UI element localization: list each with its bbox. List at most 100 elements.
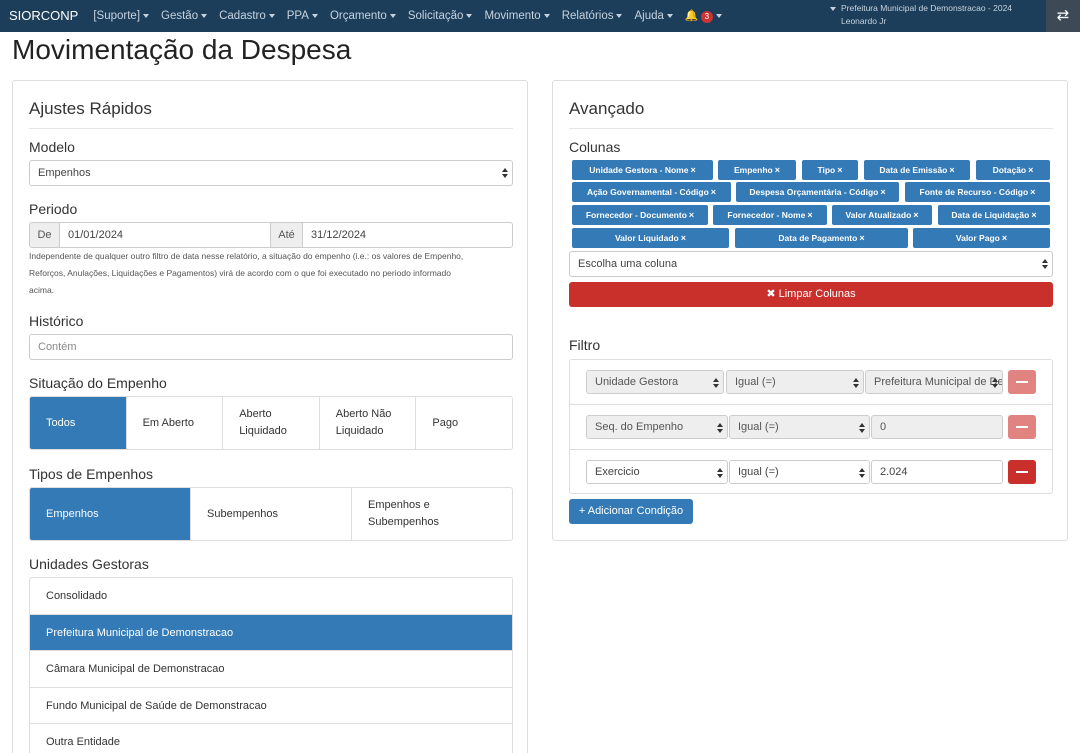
caret-down-icon (616, 13, 623, 18)
caret-down-icon (311, 13, 318, 18)
column-tag[interactable]: Fornecedor - Nome × (713, 205, 827, 225)
page-title: Movimentação da Despesa (12, 34, 352, 65)
user-menu[interactable]: Prefeitura Municipal de Demonstracao - 2… (830, 2, 1012, 28)
caret-down-icon (389, 13, 396, 18)
caret-down-icon (268, 13, 275, 18)
caret-down-icon (666, 13, 673, 18)
situacao-button-group: Todos Em Aberto Aberto Liquidado Aberto … (29, 396, 513, 450)
remove-icon[interactable]: × (913, 210, 918, 220)
remove-icon[interactable]: × (690, 165, 695, 175)
column-tag[interactable]: Data de Emissão × (864, 160, 970, 180)
remove-condition-button[interactable] (1008, 460, 1036, 484)
column-tag[interactable]: Empenho × (718, 160, 796, 180)
add-condition-button[interactable]: + Adicionar Condição (569, 499, 693, 524)
caret-down-icon (830, 6, 836, 11)
notification-badge: 3 (700, 11, 714, 23)
menu-gestao[interactable]: Gestão (155, 0, 213, 32)
filter-row: Seq. do Empenho Igual (=) 0 (570, 405, 1052, 450)
modelo-select[interactable]: Empenhos (29, 160, 513, 186)
unidade-item-camara[interactable]: Câmara Municipal de Demonstracao (30, 651, 512, 688)
situacao-option-pago[interactable]: Pago (416, 397, 512, 449)
menu-ppa[interactable]: PPA (281, 0, 324, 32)
ate-addon: Até (270, 222, 303, 248)
brand-logo[interactable]: SIORCONP (0, 0, 87, 32)
menu-relatorios[interactable]: Relatórios (556, 0, 629, 32)
periodo-label: Periodo (29, 201, 78, 217)
tipo-option-empenhos-e-subempenhos[interactable]: Empenhos e Subempenhos (352, 488, 512, 540)
menu-suporte[interactable]: [Suporte] (87, 0, 155, 32)
filter-operator-select[interactable]: Igual (=) (729, 460, 870, 484)
unidade-item-prefeitura[interactable]: Prefeitura Municipal de Demonstracao (30, 614, 512, 651)
bell-icon: 🔔 (684, 10, 699, 22)
advanced-panel: Avançado Colunas Unidade Gestora - Nome ×… (552, 80, 1068, 541)
column-tag[interactable]: Fonte de Recurso - Código × (905, 182, 1050, 202)
filter-field-select: Seq. do Empenho (586, 415, 728, 439)
remove-icon[interactable]: × (1028, 165, 1033, 175)
caret-down-icon (143, 13, 150, 18)
minus-icon (1016, 381, 1028, 383)
notifications-menu[interactable]: 🔔 3 (679, 0, 728, 32)
remove-icon[interactable]: × (1031, 210, 1036, 220)
colunas-label: Colunas (569, 139, 621, 155)
column-tag[interactable]: Data de Pagamento × (735, 228, 908, 248)
column-tag[interactable]: Dotação × (976, 160, 1050, 180)
remove-icon[interactable]: × (859, 233, 864, 243)
filter-field-select[interactable]: Exercicio (586, 460, 728, 484)
remove-icon[interactable]: × (837, 165, 842, 175)
column-tag[interactable]: Ação Governamental - Código × (572, 182, 731, 202)
date-from-input[interactable]: 01/01/2024 (59, 222, 271, 248)
remove-icon[interactable]: × (689, 210, 694, 220)
quick-settings-heading: Ajustes Rápidos (29, 99, 513, 129)
column-tag[interactable]: Valor Liquidado × (572, 228, 729, 248)
column-tag[interactable]: Valor Pago × (913, 228, 1050, 248)
remove-icon[interactable]: × (880, 187, 885, 197)
remove-icon[interactable]: × (807, 210, 812, 220)
clear-columns-button[interactable]: ✖ Limpar Colunas (569, 282, 1053, 307)
remove-icon[interactable]: × (949, 165, 954, 175)
column-tag[interactable]: Tipo × (802, 160, 858, 180)
menu-cadastro[interactable]: Cadastro (213, 0, 281, 32)
situacao-option-aberto-nao-liquidado[interactable]: Aberto Não Liquidado (320, 397, 417, 449)
column-tag[interactable]: Fornecedor - Documento × (572, 205, 708, 225)
date-to-input[interactable]: 31/12/2024 (302, 222, 513, 248)
minus-icon (1016, 471, 1028, 473)
remove-icon[interactable]: × (1030, 187, 1035, 197)
caret-down-icon (466, 13, 473, 18)
filter-value-input: 0 (871, 415, 1003, 439)
menu-ajuda[interactable]: Ajuda (628, 0, 678, 32)
periodo-help-text: Independente de qualquer outro filtro de… (29, 251, 464, 295)
tipos-label: Tipos de Empenhos (29, 466, 153, 482)
remove-condition-button (1008, 370, 1036, 394)
situacao-option-aberto-liquidado[interactable]: Aberto Liquidado (223, 397, 320, 449)
swap-icon[interactable]: ⇄ (1046, 0, 1080, 32)
historico-input[interactable]: Contém (29, 334, 513, 360)
de-addon: De (29, 222, 60, 248)
unidade-item-consolidado[interactable]: Consolidado (30, 578, 512, 615)
tipo-option-subempenhos[interactable]: Subempenhos (191, 488, 352, 540)
quick-settings-panel: Ajustes Rápidos Modelo Empenhos Periodo … (12, 80, 528, 753)
menu-movimento[interactable]: Movimento (478, 0, 555, 32)
filter-value-input[interactable]: 2.024 (871, 460, 1003, 484)
remove-icon[interactable]: × (681, 233, 686, 243)
remove-icon[interactable]: × (711, 187, 716, 197)
column-tag[interactable]: Unidade Gestora - Nome × (572, 160, 713, 180)
unidades-label: Unidades Gestoras (29, 556, 149, 572)
remove-icon[interactable]: × (775, 165, 780, 175)
unidade-item-outra[interactable]: Outra Entidade (30, 724, 512, 753)
situacao-option-em-aberto[interactable]: Em Aberto (127, 397, 224, 449)
advanced-heading: Avançado (569, 99, 1053, 129)
situacao-option-todos[interactable]: Todos (30, 397, 127, 449)
remove-icon[interactable]: × (1002, 233, 1007, 243)
column-tag[interactable]: Data de Liquidação × (938, 205, 1050, 225)
column-select[interactable]: Escolha uma coluna (569, 251, 1053, 277)
column-tag[interactable]: Valor Atualizado × (832, 205, 932, 225)
menu-orcamento[interactable]: Orçamento (324, 0, 402, 32)
column-tag[interactable]: Despesa Orçamentária - Código × (736, 182, 899, 202)
situacao-label: Situação do Empenho (29, 375, 167, 391)
caret-down-icon (716, 13, 723, 18)
menu-solicitacao[interactable]: Solicitação (402, 0, 479, 32)
main-menu: [Suporte] Gestão Cadastro PPA Orçamento … (87, 0, 728, 32)
tipo-option-empenhos[interactable]: Empenhos (30, 488, 191, 540)
unidade-item-fundo-saude[interactable]: Fundo Municipal de Saúde de Demonstracao (30, 688, 512, 724)
remove-condition-button (1008, 415, 1036, 439)
